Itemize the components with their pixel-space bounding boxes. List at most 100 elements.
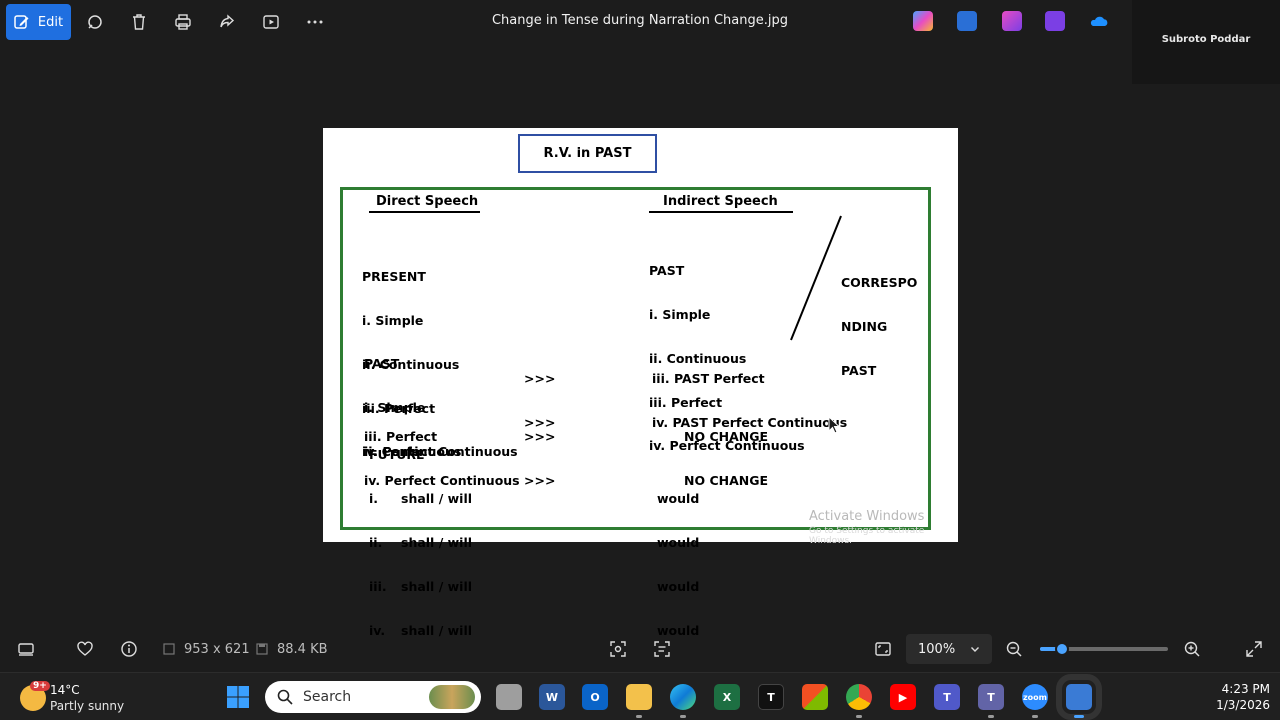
chevron-down-icon — [971, 647, 979, 652]
edge-icon[interactable] — [670, 684, 696, 710]
onedrive-icon[interactable] — [1089, 11, 1109, 31]
present-line: PRESENT — [362, 269, 426, 285]
arrow-text: >>> — [524, 472, 556, 488]
clipchamp-icon[interactable] — [1002, 11, 1022, 31]
zoom-slider[interactable] — [1040, 642, 1168, 656]
expand-icon — [1246, 641, 1262, 657]
video-editor-icon[interactable] — [1045, 11, 1065, 31]
word-icon[interactable]: W — [539, 684, 565, 710]
mouse-cursor-icon — [828, 416, 840, 434]
info-icon — [121, 641, 137, 657]
filmstrip-button[interactable] — [17, 630, 35, 668]
fit-window-icon — [875, 642, 891, 656]
clock-time: 4:23 PM — [1221, 682, 1270, 696]
enhance-button[interactable] — [79, 6, 111, 38]
fullscreen-button[interactable] — [1245, 630, 1263, 668]
favorite-button[interactable] — [76, 630, 94, 668]
text-scan-button[interactable] — [653, 630, 671, 668]
edit-icon — [14, 15, 29, 29]
perfect-left-line: iii. Perfect — [364, 429, 438, 445]
future-number: ii. — [369, 534, 383, 550]
microsoft-store-icon[interactable] — [802, 684, 828, 710]
search-highlight-icon — [429, 685, 475, 709]
visual-search-button[interactable] — [609, 630, 627, 668]
corresponding-line: CORRESPO — [841, 275, 918, 291]
future-value: shall / will — [401, 578, 473, 594]
future-number: iii. — [369, 578, 387, 594]
direct-underline — [369, 211, 480, 213]
task-view-icon[interactable] — [496, 684, 522, 710]
terminal-app-icon[interactable]: T — [758, 684, 784, 710]
excel-icon[interactable]: X — [714, 684, 740, 710]
teams-icon[interactable]: T — [934, 684, 960, 710]
save-disk-icon — [256, 643, 268, 655]
running-indicator — [856, 715, 862, 718]
zoom-out-button[interactable] — [1005, 630, 1023, 668]
filmstrip-icon — [18, 643, 34, 656]
past-result-line: iii. PAST Perfect — [652, 371, 765, 387]
image-canvas[interactable]: R.V. in PAST Direct Speech Indirect Spee… — [323, 128, 958, 637]
designer-icon[interactable] — [957, 11, 977, 31]
more-options-button[interactable] — [299, 6, 331, 38]
user-panel[interactable]: Subroto Poddar — [1132, 0, 1280, 84]
chrome-icon[interactable] — [846, 684, 872, 710]
weather-condition: Partly sunny — [50, 699, 125, 713]
delete-button[interactable] — [123, 6, 155, 38]
photos-icon[interactable] — [1056, 674, 1102, 720]
system-clock[interactable]: 4:23 PM 1/3/2026 — [1190, 681, 1270, 713]
clock-date: 1/3/2026 — [1216, 698, 1270, 712]
future-header: FUTURE — [369, 447, 425, 462]
zoom-slider-thumb[interactable] — [1054, 642, 1069, 656]
search-placeholder: Search — [303, 689, 352, 705]
share-icon — [220, 14, 235, 28]
corresponding-line: PAST — [841, 362, 877, 378]
zoom-icon[interactable]: zoom — [1022, 684, 1048, 710]
weather-widget[interactable]: 9+ 14°C Partly sunny — [18, 679, 138, 715]
active-indicator — [1074, 715, 1084, 718]
temperature: 14°C — [50, 683, 80, 697]
heart-icon — [77, 641, 93, 656]
slideshow-button[interactable] — [255, 6, 287, 38]
file-info-button[interactable] — [120, 630, 138, 668]
past-right-line: PAST — [649, 263, 685, 279]
print-button[interactable] — [167, 6, 199, 38]
activate-windows-watermark: Activate Windows — [809, 509, 925, 524]
zoom-dropdown[interactable]: 100% — [906, 634, 992, 664]
search-icon — [277, 689, 293, 705]
windows-start-icon[interactable] — [226, 685, 250, 709]
text-scan-icon — [654, 641, 670, 657]
arrow-text: >>> — [524, 429, 556, 445]
dimensions-text: 953 x 621 — [184, 641, 250, 657]
trash-icon — [133, 14, 145, 30]
outlook-icon[interactable]: O — [582, 684, 608, 710]
bottom-bar: 953 x 621 88.4 KB 100% — [0, 630, 1280, 668]
past-left-line: PAST — [364, 356, 400, 372]
edit-button[interactable]: Edit — [6, 4, 71, 40]
file-size: 88.4 KB — [255, 630, 328, 668]
fit-to-window-button[interactable] — [874, 630, 892, 668]
teams-work-icon[interactable]: T — [978, 684, 1004, 710]
no-change-line: NO CHANGE — [684, 429, 769, 445]
indirect-underline — [649, 211, 793, 213]
taskbar-search-box[interactable]: Search — [265, 681, 481, 713]
edit-label: Edit — [37, 14, 64, 30]
zoom-in-button[interactable] — [1183, 630, 1201, 668]
present-line: i. Simple — [362, 312, 424, 328]
file-explorer-icon[interactable] — [626, 684, 652, 710]
direct-speech-header: Direct Speech — [376, 194, 479, 209]
windows-taskbar: 9+ 14°C Partly sunny Search W O X T ▶ T … — [0, 672, 1280, 720]
past-right-line: i. Simple — [649, 306, 711, 322]
file-title: Change in Tense during Narration Change.… — [491, 13, 788, 28]
zoom-value: 100% — [918, 641, 956, 657]
arrows-group-2: >>> >>> — [524, 401, 555, 518]
box-title: R.V. in PAST — [518, 134, 657, 173]
corresponding-line: NDING — [841, 318, 888, 334]
copilot-icon[interactable] — [913, 11, 933, 31]
zoom-out-icon — [1006, 641, 1022, 657]
notification-badge: 9+ — [30, 681, 50, 691]
share-button[interactable] — [211, 6, 243, 38]
zoom-in-icon — [1184, 641, 1200, 657]
indirect-speech-header: Indirect Speech — [663, 194, 778, 209]
future-value: shall / will — [401, 534, 473, 550]
youtube-icon[interactable]: ▶ — [890, 684, 916, 710]
